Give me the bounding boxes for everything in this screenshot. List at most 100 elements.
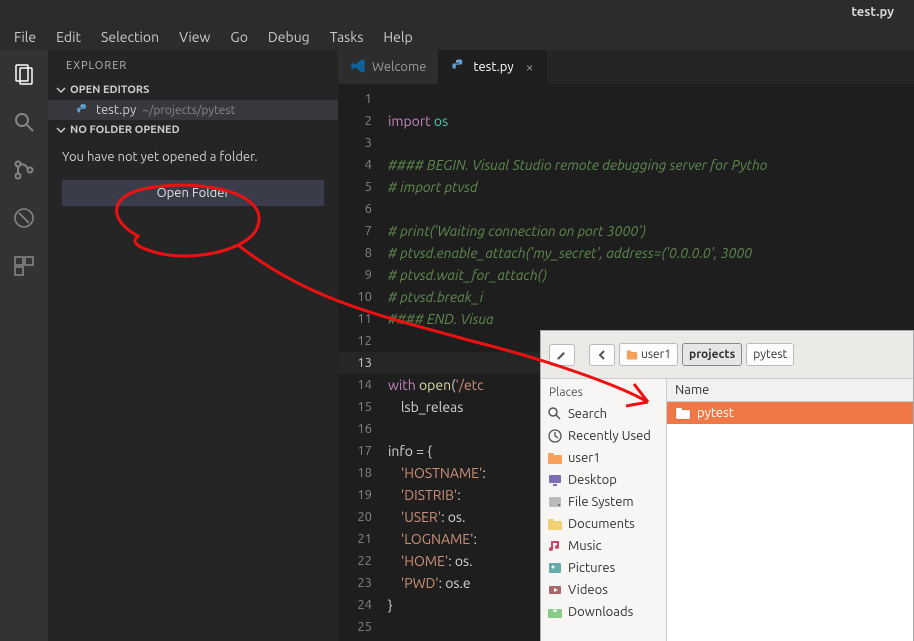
- code-line[interactable]: 9# ptvsd.wait_for_attach(): [338, 264, 914, 286]
- menu-help[interactable]: Help: [373, 26, 422, 48]
- crumb-projects[interactable]: projects: [682, 343, 742, 366]
- code-text[interactable]: import os: [388, 110, 448, 132]
- list-header-name[interactable]: Name: [667, 379, 913, 402]
- line-number: 10: [338, 286, 388, 308]
- menu-tasks[interactable]: Tasks: [320, 26, 374, 48]
- no-folder-header[interactable]: NO FOLDER OPENED: [48, 120, 338, 140]
- code-text[interactable]: #### BEGIN. Visual Studio remote debuggi…: [388, 154, 767, 176]
- line-number: 22: [338, 550, 388, 572]
- code-line[interactable]: 5# import ptvsd: [338, 176, 914, 198]
- code-text[interactable]: #### END. Visua: [388, 308, 494, 330]
- vscode-icon: [350, 58, 366, 77]
- search-icon[interactable]: [10, 108, 38, 136]
- place-downloads[interactable]: Downloads: [541, 601, 666, 623]
- code-text[interactable]: [388, 418, 391, 440]
- place-music[interactable]: Music: [541, 535, 666, 557]
- line-number: 19: [338, 484, 388, 506]
- code-text[interactable]: # ptvsd.break_i: [388, 286, 483, 308]
- tab-testpy[interactable]: test.py ×: [439, 50, 546, 84]
- code-text[interactable]: 'PWD': os.e: [388, 572, 471, 594]
- window-titlebar: test.py: [0, 0, 914, 24]
- open-editor-item[interactable]: test.py ~/projects/pytest: [48, 100, 338, 120]
- line-number: 8: [338, 242, 388, 264]
- explorer-sidebar: EXPLORER OPEN EDITORS test.py ~/projects…: [48, 50, 338, 641]
- close-icon[interactable]: ×: [520, 59, 534, 75]
- open-editor-path: ~/projects/pytest: [142, 104, 235, 117]
- place-file-system[interactable]: File System: [541, 491, 666, 513]
- code-text[interactable]: info = {: [388, 440, 432, 462]
- source-control-icon[interactable]: [10, 156, 38, 184]
- crumb-user1[interactable]: user1: [619, 343, 678, 366]
- place-documents[interactable]: Documents: [541, 513, 666, 535]
- explorer-icon[interactable]: [10, 60, 38, 88]
- open-editors-header[interactable]: OPEN EDITORS: [48, 80, 338, 100]
- code-text[interactable]: 'USER': os.: [388, 506, 465, 528]
- code-line[interactable]: 10# ptvsd.break_i: [338, 286, 914, 308]
- code-text[interactable]: 'LOGNAME':: [388, 528, 480, 550]
- place-desktop[interactable]: Desktop: [541, 469, 666, 491]
- open-folder-button[interactable]: Open Folder: [62, 180, 324, 206]
- code-text[interactable]: # ptvsd.enable_attach('my_secret', addre…: [388, 242, 752, 264]
- place-recently-used[interactable]: Recently Used: [541, 425, 666, 447]
- menu-go[interactable]: Go: [220, 26, 257, 48]
- list-item[interactable]: pytest: [667, 402, 913, 424]
- video-icon: [547, 582, 563, 598]
- editor-tabs: Welcome test.py ×: [338, 50, 914, 84]
- code-text[interactable]: # print('Waiting connection on port 3000…: [388, 220, 646, 242]
- code-line[interactable]: 2import os: [338, 110, 914, 132]
- code-text[interactable]: 'HOME': os.: [388, 550, 473, 572]
- line-number: 4: [338, 154, 388, 176]
- code-text[interactable]: [388, 616, 391, 638]
- debug-icon[interactable]: [10, 204, 38, 232]
- code-text[interactable]: }: [388, 594, 393, 616]
- no-folder-label: NO FOLDER OPENED: [70, 124, 180, 136]
- menu-selection[interactable]: Selection: [91, 26, 169, 48]
- code-line[interactable]: 7# print('Waiting connection on port 300…: [338, 220, 914, 242]
- open-folder-dialog: user1 projects pytest Places SearchRecen…: [540, 330, 914, 641]
- edit-path-button[interactable]: [549, 344, 575, 366]
- menu-edit[interactable]: Edit: [46, 26, 91, 48]
- place-pictures[interactable]: Pictures: [541, 557, 666, 579]
- code-text[interactable]: lsb_releas: [388, 396, 463, 418]
- code-text[interactable]: [388, 352, 391, 374]
- code-line[interactable]: 3: [338, 132, 914, 154]
- line-number: 18: [338, 462, 388, 484]
- code-line[interactable]: 6: [338, 198, 914, 220]
- music-icon: [547, 538, 563, 554]
- code-text[interactable]: [388, 132, 391, 154]
- recent-icon: [547, 428, 563, 444]
- back-button[interactable]: [589, 344, 615, 366]
- dialog-toolbar: user1 projects pytest: [541, 331, 913, 379]
- code-line[interactable]: 8# ptvsd.enable_attach('my_secret', addr…: [338, 242, 914, 264]
- place-videos[interactable]: Videos: [541, 579, 666, 601]
- code-text[interactable]: [388, 198, 391, 220]
- line-number: 5: [338, 176, 388, 198]
- line-number: 17: [338, 440, 388, 462]
- line-number: 16: [338, 418, 388, 440]
- code-line[interactable]: 1: [338, 88, 914, 110]
- menu-file[interactable]: File: [4, 26, 46, 48]
- code-text[interactable]: # import ptvsd: [388, 176, 478, 198]
- extensions-icon[interactable]: [10, 252, 38, 280]
- menu-debug[interactable]: Debug: [258, 26, 320, 48]
- code-text[interactable]: [388, 330, 391, 352]
- code-text[interactable]: # ptvsd.wait_for_attach(): [388, 264, 547, 286]
- tab-welcome-label: Welcome: [372, 60, 426, 74]
- menu-view[interactable]: View: [169, 26, 220, 48]
- code-line[interactable]: 11#### END. Visua: [338, 308, 914, 330]
- place-search[interactable]: Search: [541, 403, 666, 425]
- line-number: 6: [338, 198, 388, 220]
- home-folder-icon: [626, 349, 638, 361]
- code-text[interactable]: with open('/etc: [388, 374, 484, 396]
- menubar: FileEditSelectionViewGoDebugTasksHelp: [0, 24, 914, 50]
- folder-icon: [547, 516, 563, 532]
- code-text[interactable]: [388, 88, 391, 110]
- code-text[interactable]: 'DISTRIB':: [388, 484, 464, 506]
- download-icon: [547, 604, 563, 620]
- code-text[interactable]: 'HOSTNAME':: [388, 462, 486, 484]
- open-editor-filename: test.py: [96, 103, 136, 117]
- crumb-pytest[interactable]: pytest: [746, 343, 794, 366]
- code-line[interactable]: 4#### BEGIN. Visual Studio remote debugg…: [338, 154, 914, 176]
- place-user1[interactable]: user1: [541, 447, 666, 469]
- tab-welcome[interactable]: Welcome: [338, 50, 439, 84]
